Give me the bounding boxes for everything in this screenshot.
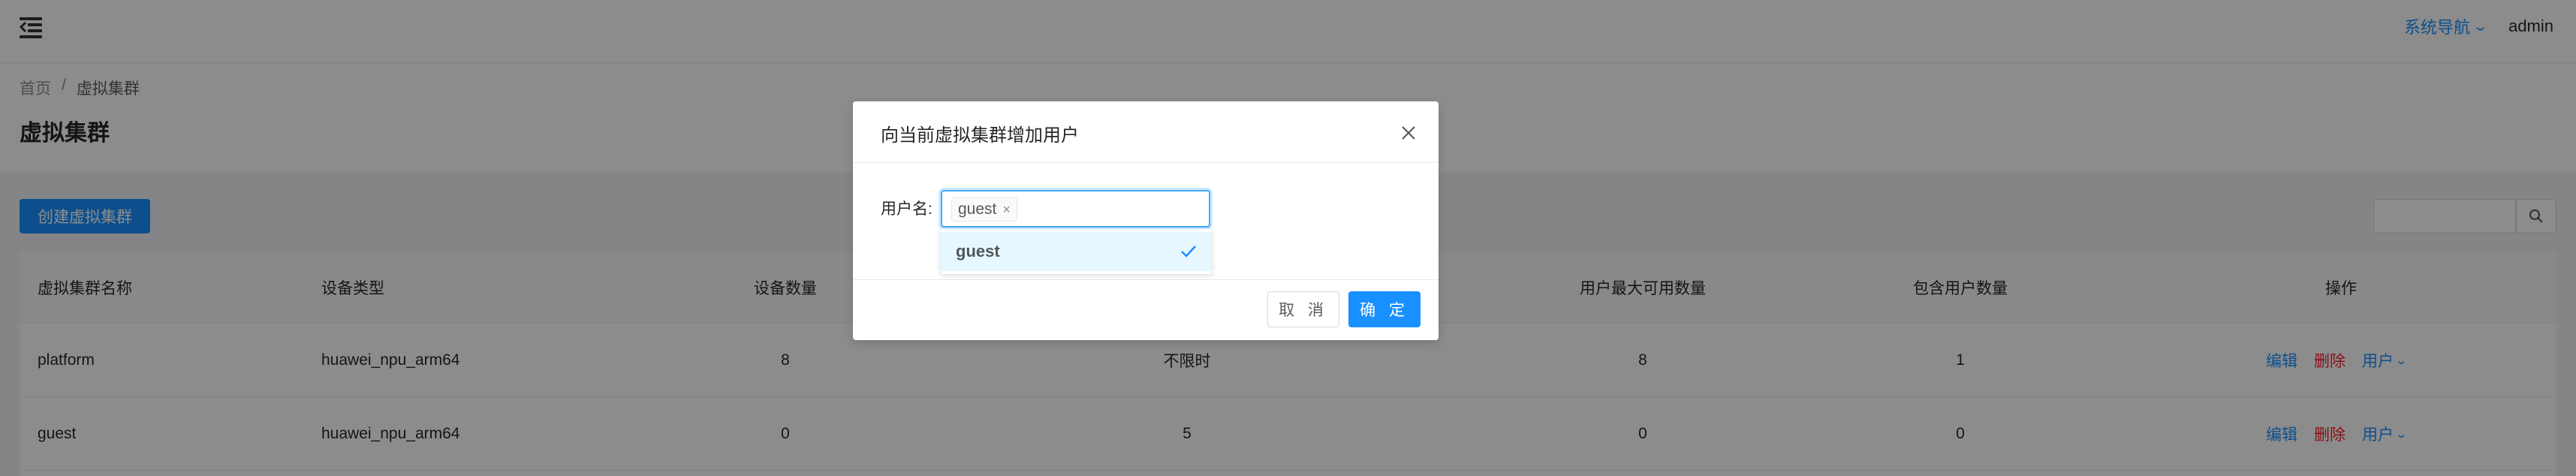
ok-button[interactable]: 确 定: [1348, 291, 1421, 327]
cancel-button[interactable]: 取 消: [1267, 291, 1339, 327]
username-select[interactable]: guest ×: [941, 190, 1210, 227]
selected-user-tag: guest ×: [951, 197, 1017, 221]
username-label: 用户名:: [881, 200, 932, 218]
close-icon: [1402, 126, 1415, 140]
dropdown-option[interactable]: guest: [941, 232, 1212, 271]
check-icon: [1181, 246, 1196, 258]
modal-title: 向当前虚拟集群增加用户: [881, 125, 1079, 146]
modal-footer: 取 消 确 定: [853, 279, 1439, 340]
username-dropdown: guest: [941, 229, 1212, 274]
modal-header: 向当前虚拟集群增加用户: [853, 101, 1439, 163]
option-label: guest: [956, 242, 1000, 261]
add-user-modal: 向当前虚拟集群增加用户 用户名: guest × 取 消 确 定: [853, 101, 1439, 340]
tag-remove-icon[interactable]: ×: [1002, 202, 1011, 218]
tag-label: guest: [958, 200, 997, 218]
close-button[interactable]: [1393, 118, 1424, 148]
